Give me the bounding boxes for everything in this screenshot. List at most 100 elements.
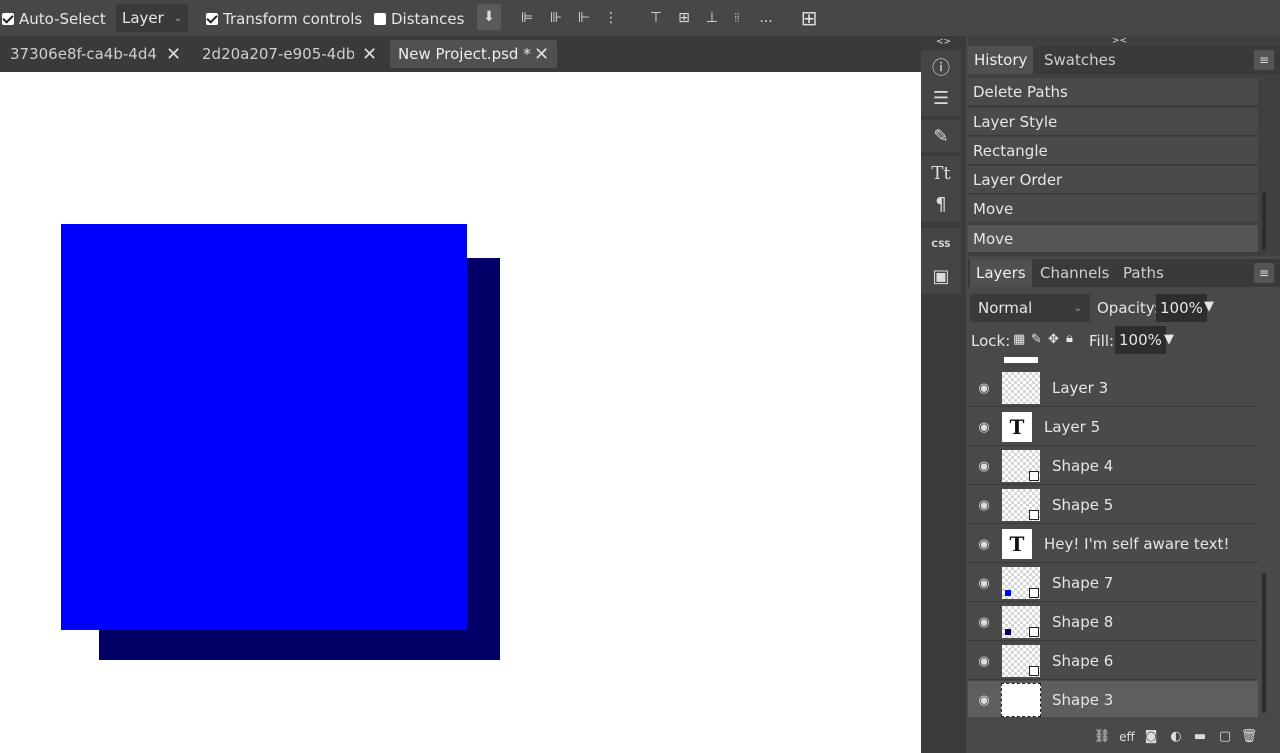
panel-menu-icon[interactable]: ≡ [1254,263,1274,283]
layer-thumbnail [1002,567,1040,599]
shape-badge-icon [1029,666,1039,676]
distribute-vertical-icon[interactable]: ⋮ [600,7,622,29]
eye-icon[interactable]: ◉ [976,537,992,552]
layers-panel: Layers Channels Paths ≡ Normal ⌄ Opacity… [968,257,1280,720]
eye-icon[interactable]: ◉ [976,654,992,669]
eye-icon[interactable]: ◉ [976,693,992,708]
fill-input[interactable]: 100% [1115,326,1166,354]
layer-thumbnail [1002,489,1040,521]
transform-controls-check-icon[interactable] [206,13,218,25]
tab-document-2[interactable]: 2d20a207-e905-4db * ✕ [192,40,384,68]
panel-toolstrip: <> ⓘ ☰ ✎ Tt ¶ CSS ▣ [921,36,966,753]
eye-icon[interactable]: ◉ [976,498,992,513]
fill-dropdown-icon[interactable]: ▼ [1164,332,1174,347]
mask-icon[interactable]: ◙ [1142,728,1160,746]
document-tabs: 37306e8f-ca4b-4d4 * ✕ 2d20a207-e905-4db … [0,36,921,72]
tab-document-3[interactable]: New Project.psd * ✕ [390,40,557,68]
layer-row[interactable]: ◉ T Layer 5 [968,408,1258,446]
tab-paths[interactable]: Paths [1117,259,1170,287]
css-icon[interactable]: CSS [921,230,961,260]
lock-move-icon[interactable]: ✥ [1048,332,1059,347]
align-bottom-icon[interactable]: ⊥ [701,7,723,29]
canvas[interactable] [0,72,921,753]
history-item[interactable]: Layer Style [968,108,1258,136]
panel-menu-icon[interactable]: ≡ [1254,50,1274,70]
align-left-icon[interactable]: ⊫ [516,7,538,29]
history-item[interactable]: Rectangle [968,137,1258,165]
tab-document-1[interactable]: 37306e8f-ca4b-4d4 * ✕ [0,40,188,68]
download-icon[interactable]: ⬇ [477,4,501,30]
layer-row[interactable]: ◉ Layer 3 [968,369,1258,407]
adjustment-layer-icon[interactable]: ◐ [1167,728,1185,746]
text-layer-icon: T [1002,529,1032,559]
opacity-dropdown-icon[interactable]: ▼ [1204,299,1214,314]
transform-controls-checkbox[interactable]: Transform controls [206,10,362,28]
history-item[interactable]: Move [968,225,1258,253]
link-icon[interactable]: ⛓ [1093,728,1111,746]
tab-swatches[interactable]: Swatches [1038,46,1122,74]
layer-row[interactable]: ◉ Shape 7 [968,564,1258,602]
folder-icon[interactable]: ▬ [1191,728,1209,746]
layers-scrollbar[interactable] [1262,573,1266,713]
history-item[interactable]: Move [968,195,1258,223]
blend-mode-value: Normal [978,299,1033,317]
tab-channels[interactable]: Channels [1034,259,1115,287]
layer-name: Shape 8 [1052,613,1114,631]
layer-name: Shape 5 [1052,496,1114,514]
distances-checkbox[interactable]: Distances [374,10,464,28]
history-scrollbar[interactable] [1262,192,1266,250]
layer-row-selected[interactable]: ◉ Shape 3 [968,681,1258,717]
auto-select-label: Auto-Select [19,10,106,28]
eye-icon[interactable]: ◉ [976,615,992,630]
tab-layers[interactable]: Layers [970,259,1032,287]
effects-icon[interactable]: eff [1118,728,1136,746]
history-item[interactable]: Delete Paths [968,78,1258,106]
expand-panels-button[interactable]: <> [921,36,966,48]
layer-row[interactable]: ◉ Shape 6 [968,642,1258,680]
align-right-icon[interactable]: ⊩ [573,7,595,29]
layers-footer: ⛓ eff ◙ ◐ ▬ ▢ 🗑︎ [968,720,1280,753]
eye-icon[interactable]: ◉ [976,381,992,396]
character-icon[interactable]: Tt [921,158,961,188]
history-item[interactable]: Layer Order [968,166,1258,194]
info-icon[interactable]: ⓘ [921,52,961,82]
more-options-button[interactable]: ... [755,7,777,29]
close-icon[interactable]: ✕ [534,44,549,65]
shape-front-square[interactable] [61,224,467,630]
brush-icon[interactable]: ✎ [921,121,961,151]
lock-brush-icon[interactable]: ✎ [1031,332,1042,347]
align-center-horizontal-icon[interactable]: ⊪ [545,7,567,29]
grid-icon[interactable]: ⊞ [798,6,820,30]
layer-row[interactable]: ◉ Shape 5 [968,486,1258,524]
auto-select-target-select[interactable]: Layer ⌄ [116,4,188,32]
auto-select-checkbox[interactable]: Auto-Select [2,10,106,28]
trash-icon[interactable]: 🗑︎ [1240,728,1258,746]
collapse-panels-button[interactable]: >< [1112,36,1127,46]
lock-transparency-icon[interactable]: ▦ [1013,332,1025,347]
lock-icon[interactable]: 🔒︎ [1066,331,1073,346]
eye-icon[interactable]: ◉ [976,576,992,591]
eye-icon[interactable]: ◉ [976,420,992,435]
eye-icon[interactable]: ◉ [976,459,992,474]
align-center-vertical-icon[interactable]: ⊞ [673,7,695,29]
distribute-horizontal-icon[interactable]: ⦙⦙ [726,7,748,29]
layer-thumbnail [1002,450,1040,482]
layer-row[interactable]: ◉ Shape 4 [968,447,1258,485]
auto-select-check-icon[interactable] [2,13,14,25]
image-icon[interactable]: ▣ [921,261,961,291]
adjustments-icon[interactable]: ☰ [921,83,961,113]
close-icon[interactable]: ✕ [166,44,181,65]
close-icon[interactable]: ✕ [362,44,377,65]
tab-history[interactable]: History [968,46,1034,74]
lock-label: Lock: [971,332,1011,350]
paragraph-icon[interactable]: ¶ [921,189,961,219]
blend-mode-select[interactable]: Normal ⌄ [970,294,1090,322]
tab-label: 2d20a207-e905-4db * [202,45,354,63]
new-layer-icon[interactable]: ▢ [1216,728,1234,746]
layer-row[interactable]: ◉ Shape 8 [968,603,1258,641]
opacity-input[interactable]: 100% [1156,294,1207,322]
text-layer-icon: T [1002,412,1032,442]
align-top-icon[interactable]: ⊤ [645,7,667,29]
layer-row[interactable]: ◉ T Hey! I'm self aware text! [968,525,1258,563]
distances-check-icon[interactable] [374,13,386,25]
